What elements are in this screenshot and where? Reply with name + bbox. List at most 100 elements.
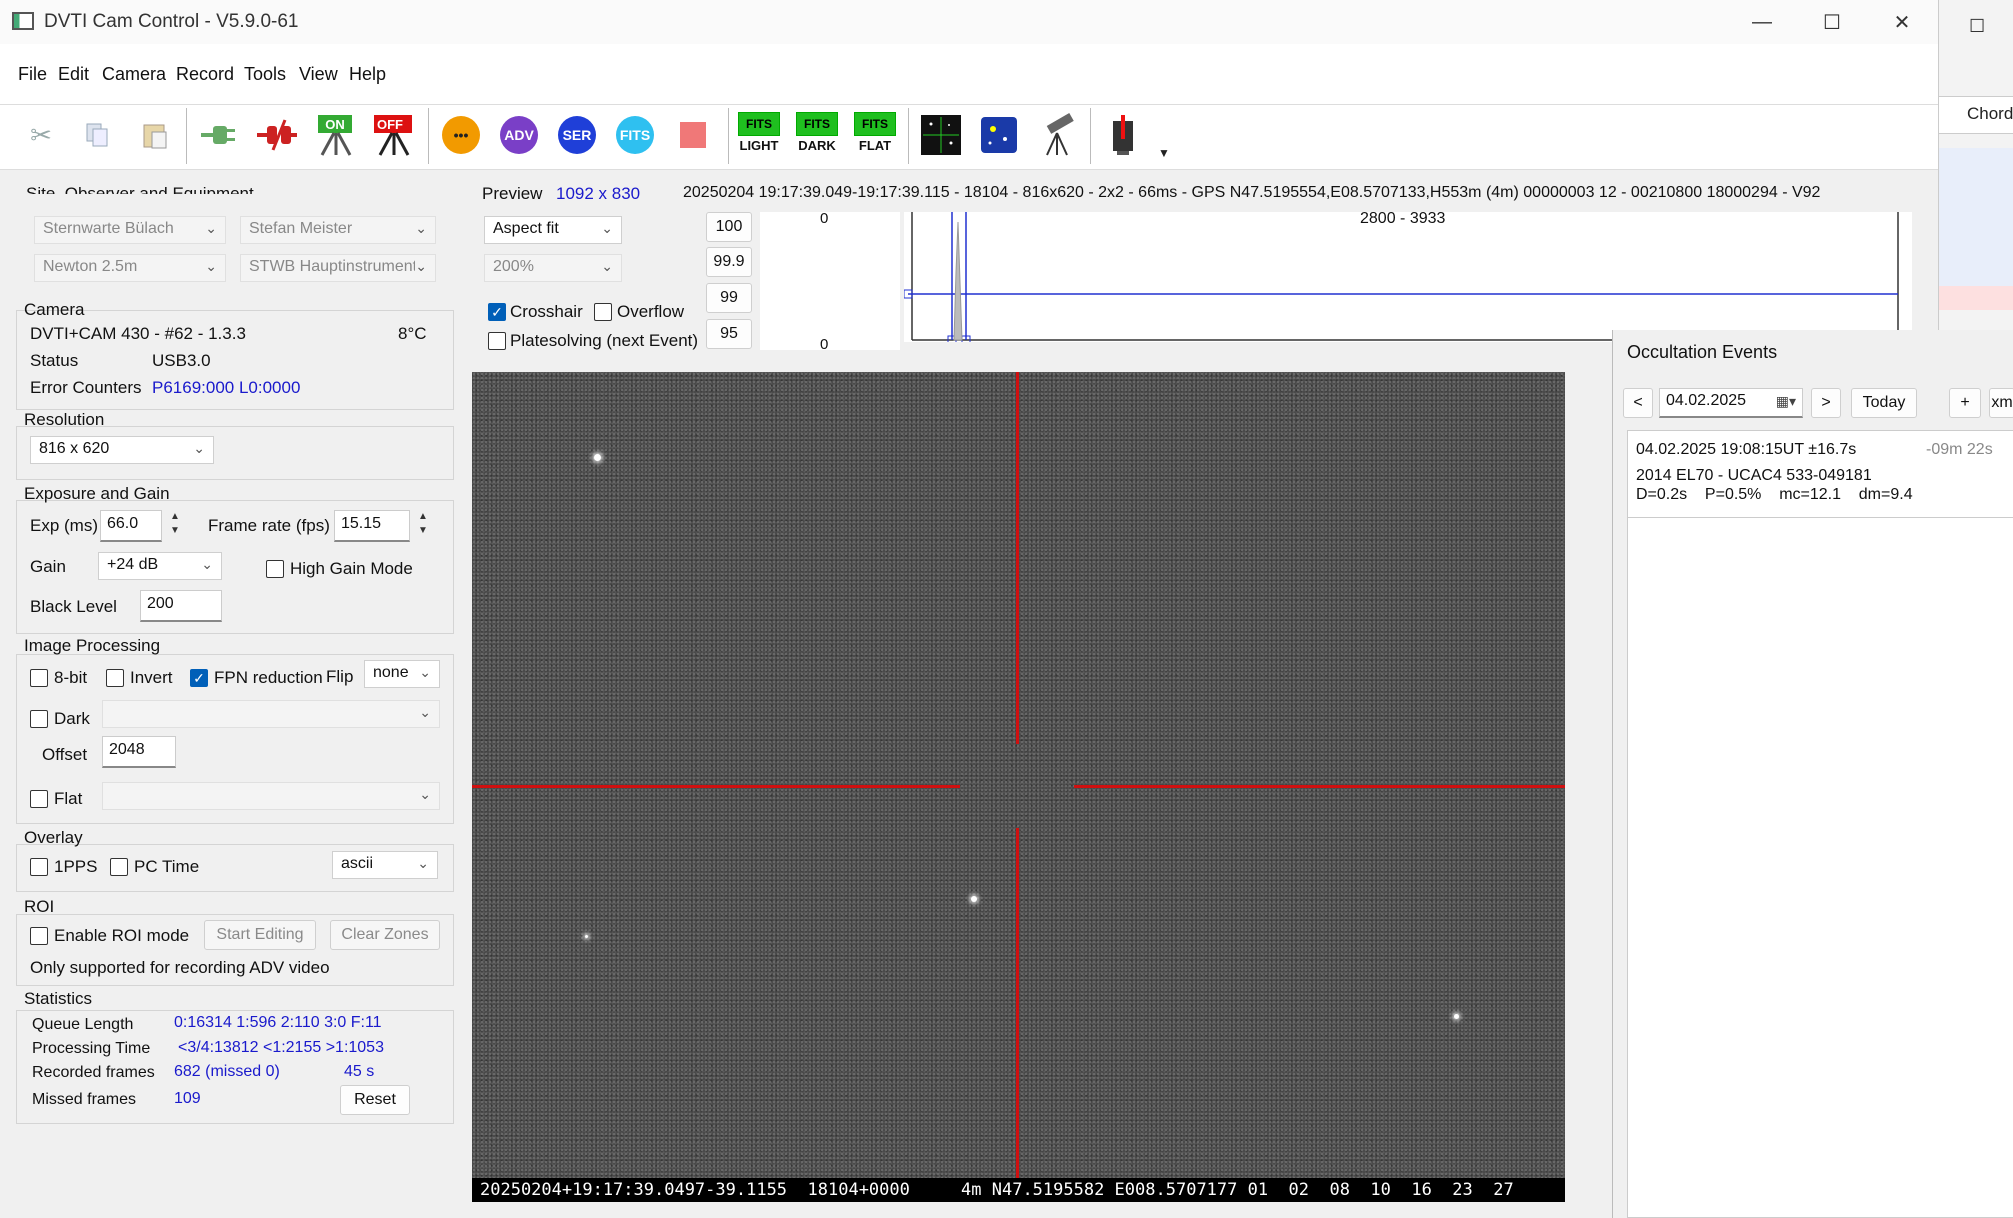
processing-time-value: <3/4:13812 <1:2155 >1:1053 bbox=[178, 1039, 384, 1056]
timestamp-overlay: 20250204+19:17:39.0497-39.1155 18104+000… bbox=[472, 1178, 1565, 1202]
observatory-select[interactable]: Sternwarte Bülach ⌄ bbox=[34, 216, 226, 244]
menu-file[interactable]: File bbox=[18, 64, 47, 85]
reset-button[interactable]: Reset bbox=[340, 1085, 410, 1115]
observer-select[interactable]: Stefan Meister ⌄ bbox=[240, 216, 436, 244]
menu-camera[interactable]: Camera bbox=[102, 64, 166, 85]
stop-button[interactable] bbox=[670, 112, 716, 158]
event-item[interactable]: 04.02.2025 19:08:15UT ±16.7s -09m 22s 20… bbox=[1628, 431, 2013, 518]
starfield-icon[interactable] bbox=[918, 112, 964, 158]
framerate-input[interactable]: 15.15 bbox=[334, 510, 410, 542]
instrument-select[interactable]: STWB Hauptinstrument ⌄ bbox=[240, 254, 436, 282]
flip-select[interactable]: none ⌄ bbox=[364, 660, 440, 688]
crosshair-checkbox[interactable]: ✓ bbox=[488, 303, 506, 321]
event-time: 04.02.2025 19:08:15UT ±16.7s bbox=[1636, 441, 1857, 458]
exp-stepper[interactable]: ▲ ▼ bbox=[164, 510, 186, 542]
missed-frames-value: 109 bbox=[174, 1090, 201, 1107]
observatory-value: Sternwarte Bülach bbox=[43, 220, 174, 237]
telescope-select[interactable]: Newton 2.5m ⌄ bbox=[34, 254, 226, 282]
fits-light-label: LIGHT bbox=[739, 138, 779, 153]
camera-temperature: 8°C bbox=[398, 324, 427, 343]
fits-flat-button[interactable]: FITS FLAT bbox=[852, 112, 898, 158]
1pps-checkbox[interactable] bbox=[30, 858, 48, 876]
calendar-icon[interactable]: ▦▾ bbox=[1776, 393, 1796, 410]
processing-time-label: Processing Time bbox=[32, 1040, 151, 1057]
date-picker[interactable]: 04.02.2025 ▦▾ bbox=[1659, 388, 1803, 418]
menu-help[interactable]: Help bbox=[349, 64, 386, 85]
invert-checkbox[interactable] bbox=[106, 669, 124, 687]
preview-image[interactable]: 20250204+19:17:39.0497-39.1155 18104+000… bbox=[472, 372, 1565, 1202]
percentile-99.9-button[interactable]: 99.9 bbox=[706, 247, 752, 277]
platesolving-checkbox[interactable] bbox=[488, 332, 506, 350]
histogram-bottom-value: 0 bbox=[820, 336, 829, 353]
chevron-down-icon: ⌄ bbox=[419, 786, 431, 802]
zoom-select[interactable]: 200% ⌄ bbox=[484, 254, 622, 282]
percentile-100-button[interactable]: 100 bbox=[706, 212, 752, 242]
paste-icon[interactable] bbox=[132, 112, 178, 158]
fits-icon: FITS bbox=[616, 116, 654, 154]
chevron-down-icon: ⌄ bbox=[417, 855, 429, 871]
fpn-checkbox[interactable]: ✓ bbox=[190, 669, 208, 687]
invert-label: Invert bbox=[130, 668, 173, 687]
close-button[interactable]: ✕ bbox=[1867, 0, 1937, 44]
maximize-button[interactable]: ☐ bbox=[1797, 0, 1867, 44]
resolution-select[interactable]: 816 x 620 ⌄ bbox=[30, 436, 214, 464]
camera-off-icon[interactable]: OFF bbox=[370, 112, 416, 158]
disconnect-icon[interactable] bbox=[254, 112, 300, 158]
connect-icon[interactable] bbox=[196, 112, 242, 158]
record-marker-icon[interactable] bbox=[1100, 112, 1146, 158]
fits-dark-button[interactable]: FITS DARK bbox=[794, 112, 840, 158]
overlay-mode-select[interactable]: ascii ⌄ bbox=[332, 851, 438, 879]
toolbar-overflow-icon[interactable]: ▼ bbox=[1158, 146, 1170, 160]
fit-select[interactable]: Aspect fit ⌄ bbox=[484, 216, 622, 244]
dark-checkbox[interactable] bbox=[30, 710, 48, 728]
black-level-input[interactable]: 200 bbox=[140, 590, 222, 622]
observer-value: Stefan Meister bbox=[249, 220, 353, 237]
exp-input[interactable]: 66.0 bbox=[100, 510, 162, 542]
menu-view[interactable]: View bbox=[299, 64, 338, 85]
copy-icon[interactable] bbox=[74, 112, 120, 158]
clear-zones-button[interactable]: Clear Zones bbox=[330, 920, 440, 950]
minimize-button[interactable]: — bbox=[1727, 0, 1797, 44]
camera-off-text: OFF bbox=[377, 117, 403, 132]
background-window-maximize[interactable]: ☐ bbox=[1969, 16, 1985, 37]
record-adv-button[interactable]: ADV bbox=[496, 112, 542, 158]
prev-day-button[interactable]: < bbox=[1623, 388, 1653, 418]
today-button[interactable]: Today bbox=[1851, 388, 1917, 418]
framerate-stepper[interactable]: ▲ ▼ bbox=[412, 510, 434, 542]
record-ser-button[interactable]: SER bbox=[554, 112, 600, 158]
add-event-button[interactable]: + bbox=[1949, 388, 1981, 418]
menu-record[interactable]: Record bbox=[176, 64, 234, 85]
record-fits-button[interactable]: FITS bbox=[612, 112, 658, 158]
telescope-icon[interactable] bbox=[1034, 112, 1080, 158]
cut-icon[interactable]: ✂ bbox=[18, 112, 64, 158]
record-avi-button[interactable]: ••• bbox=[438, 112, 484, 158]
platesolve-icon[interactable] bbox=[976, 112, 1022, 158]
dark-file-select[interactable]: ⌄ bbox=[102, 700, 440, 728]
menu-edit[interactable]: Edit bbox=[58, 64, 89, 85]
next-day-button[interactable]: > bbox=[1811, 388, 1841, 418]
menu-tools[interactable]: Tools bbox=[244, 64, 286, 85]
histogram[interactable] bbox=[903, 212, 1912, 345]
fits-light-button[interactable]: FITS LIGHT bbox=[736, 112, 782, 158]
error-counters-value[interactable]: P6169:000 L0:0000 bbox=[152, 378, 300, 398]
camera-on-icon[interactable]: ON bbox=[312, 112, 358, 158]
xml-button[interactable]: xm bbox=[1989, 388, 2013, 418]
black-level-label: Black Level bbox=[30, 597, 117, 616]
overflow-checkbox[interactable] bbox=[594, 303, 612, 321]
start-editing-button[interactable]: Start Editing bbox=[204, 920, 316, 950]
enable-roi-checkbox[interactable] bbox=[30, 927, 48, 945]
percentile-95-button[interactable]: 95 bbox=[706, 319, 752, 349]
high-gain-label: High Gain Mode bbox=[290, 559, 413, 578]
pc-time-checkbox[interactable] bbox=[110, 858, 128, 876]
8bit-checkbox[interactable] bbox=[30, 669, 48, 687]
flat-checkbox[interactable] bbox=[30, 790, 48, 808]
flat-file-select[interactable]: ⌄ bbox=[102, 782, 440, 810]
high-gain-checkbox[interactable] bbox=[266, 560, 284, 578]
offset-input[interactable]: 2048 bbox=[102, 736, 176, 768]
resolution-value: 816 x 620 bbox=[39, 440, 110, 457]
histogram-plot[interactable] bbox=[903, 212, 1912, 345]
ser-icon: SER bbox=[558, 116, 596, 154]
percentile-99-button[interactable]: 99 bbox=[706, 283, 752, 313]
gain-select[interactable]: +24 dB ⌄ bbox=[98, 552, 222, 580]
roi-group-title: ROI bbox=[24, 897, 55, 916]
